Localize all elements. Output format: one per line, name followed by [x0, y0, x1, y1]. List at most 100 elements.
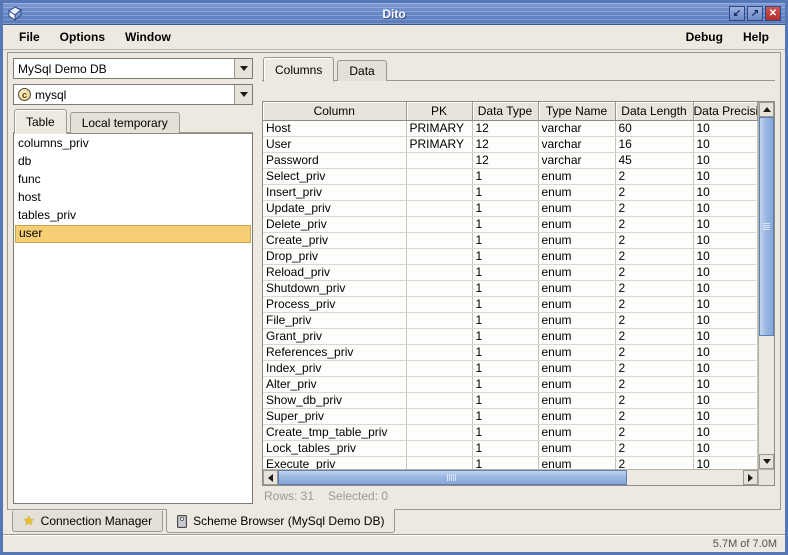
table-cell[interactable]: 2 [615, 328, 693, 344]
table-row[interactable]: Process_priv1enum210 [263, 296, 758, 312]
table-cell[interactable]: 10 [693, 344, 758, 360]
table-cell[interactable]: enum [538, 456, 615, 469]
table-row[interactable]: Super_priv1enum210 [263, 408, 758, 424]
table-cell[interactable]: 10 [693, 312, 758, 328]
table-cell[interactable]: 1 [472, 184, 538, 200]
splitpane-divider[interactable] [255, 56, 262, 506]
table-cell[interactable]: Select_priv [263, 168, 406, 184]
table-cell[interactable]: Process_priv [263, 296, 406, 312]
table-cell[interactable]: 2 [615, 168, 693, 184]
table-cell[interactable]: Super_priv [263, 408, 406, 424]
table-cell[interactable]: Execute_priv [263, 456, 406, 469]
table-row[interactable]: Create_priv1enum210 [263, 232, 758, 248]
list-item-db[interactable]: db [15, 153, 251, 171]
table-row[interactable]: File_priv1enum210 [263, 312, 758, 328]
table-row[interactable]: Delete_priv1enum210 [263, 216, 758, 232]
scroll-right-button[interactable] [743, 470, 758, 485]
table-cell[interactable]: enum [538, 376, 615, 392]
table-cell[interactable]: 10 [693, 360, 758, 376]
table-cell[interactable] [406, 152, 472, 168]
table-cell[interactable]: Lock_tables_priv [263, 440, 406, 456]
table-cell[interactable]: 10 [693, 456, 758, 469]
table-cell[interactable]: enum [538, 232, 615, 248]
table-cell[interactable]: Reload_priv [263, 264, 406, 280]
table-cell[interactable] [406, 328, 472, 344]
table-cell[interactable] [406, 344, 472, 360]
table-row[interactable]: Insert_priv1enum210 [263, 184, 758, 200]
table-cell[interactable]: 1 [472, 248, 538, 264]
table-cell[interactable]: enum [538, 312, 615, 328]
table-row[interactable]: Index_priv1enum210 [263, 360, 758, 376]
scroll-left-button[interactable] [263, 470, 278, 485]
column-header-data-precisi[interactable]: Data Precisi [693, 102, 758, 120]
table-cell[interactable]: 1 [472, 408, 538, 424]
table-cell[interactable]: 1 [472, 200, 538, 216]
table-cell[interactable]: enum [538, 424, 615, 440]
column-header-data-length[interactable]: Data Length [615, 102, 693, 120]
table-row[interactable]: Reload_priv1enum210 [263, 264, 758, 280]
table-row[interactable]: HostPRIMARY12varchar6010 [263, 120, 758, 136]
table-cell[interactable]: 2 [615, 376, 693, 392]
table-cell[interactable]: Delete_priv [263, 216, 406, 232]
table-cell[interactable]: 60 [615, 120, 693, 136]
table-cell[interactable]: 1 [472, 456, 538, 469]
table-cell[interactable]: 1 [472, 232, 538, 248]
table-cell[interactable]: 2 [615, 440, 693, 456]
connection-combobox[interactable]: MySql Demo DB [13, 58, 253, 79]
table-cell[interactable]: 2 [615, 360, 693, 376]
table-cell[interactable]: User [263, 136, 406, 152]
table-cell[interactable]: 10 [693, 424, 758, 440]
table-row[interactable]: Grant_priv1enum210 [263, 328, 758, 344]
table-cell[interactable]: 10 [693, 264, 758, 280]
table-cell[interactable]: 12 [472, 152, 538, 168]
table-cell[interactable] [406, 184, 472, 200]
bottom-tab-scheme-browser-mysql-demo-db[interactable]: Scheme Browser (MySql Demo DB) [166, 509, 395, 533]
horizontal-scroll-track[interactable] [278, 470, 743, 485]
table-row[interactable]: References_priv1enum210 [263, 344, 758, 360]
table-cell[interactable]: 2 [615, 248, 693, 264]
table-cell[interactable]: 1 [472, 216, 538, 232]
table-cell[interactable]: 12 [472, 136, 538, 152]
table-cell[interactable]: Host [263, 120, 406, 136]
table-cell[interactable]: enum [538, 216, 615, 232]
scroll-up-button[interactable] [759, 102, 774, 117]
table-cell[interactable]: 10 [693, 248, 758, 264]
vertical-scrollbar[interactable] [758, 102, 774, 469]
table-cell[interactable] [406, 264, 472, 280]
table-row[interactable]: Create_tmp_table_priv1enum210 [263, 424, 758, 440]
schema-combobox-dropdown-button[interactable] [234, 85, 252, 104]
table-cell[interactable]: 2 [615, 456, 693, 469]
table-cell[interactable]: 12 [472, 120, 538, 136]
table-cell[interactable]: Grant_priv [263, 328, 406, 344]
table-cell[interactable] [406, 216, 472, 232]
table-cell[interactable]: 1 [472, 280, 538, 296]
table-cell[interactable]: enum [538, 264, 615, 280]
connection-combobox-dropdown-button[interactable] [234, 59, 252, 78]
table-cell[interactable] [406, 360, 472, 376]
column-header-data-type[interactable]: Data Type [472, 102, 538, 120]
table-cell[interactable]: enum [538, 184, 615, 200]
table-cell[interactable]: Drop_priv [263, 248, 406, 264]
table-cell[interactable]: 10 [693, 376, 758, 392]
table-cell[interactable]: 10 [693, 280, 758, 296]
list-item-tables-priv[interactable]: tables_priv [15, 207, 251, 225]
menu-item-file[interactable]: File [9, 27, 50, 47]
table-row[interactable]: Execute_priv 1enum210 [263, 456, 758, 469]
close-button[interactable]: ✕ [765, 6, 781, 21]
table-cell[interactable]: varchar [538, 152, 615, 168]
table-cell[interactable]: Insert_priv [263, 184, 406, 200]
table-cell[interactable]: 2 [615, 392, 693, 408]
table-cell[interactable]: enum [538, 248, 615, 264]
table-cell[interactable] [406, 200, 472, 216]
table-cell[interactable]: 2 [615, 232, 693, 248]
tab-table[interactable]: Table [14, 109, 67, 134]
table-cell[interactable] [406, 408, 472, 424]
table-list[interactable]: columns_privdbfunchosttables_privuser [13, 133, 253, 504]
table-cell[interactable]: 2 [615, 184, 693, 200]
table-row[interactable]: Lock_tables_priv1enum210 [263, 440, 758, 456]
column-header-type-name[interactable]: Type Name [538, 102, 615, 120]
tab-data[interactable]: Data [337, 60, 386, 81]
table-cell[interactable]: PRIMARY [406, 136, 472, 152]
column-header-column[interactable]: Column [263, 102, 406, 120]
table-cell[interactable]: 1 [472, 376, 538, 392]
